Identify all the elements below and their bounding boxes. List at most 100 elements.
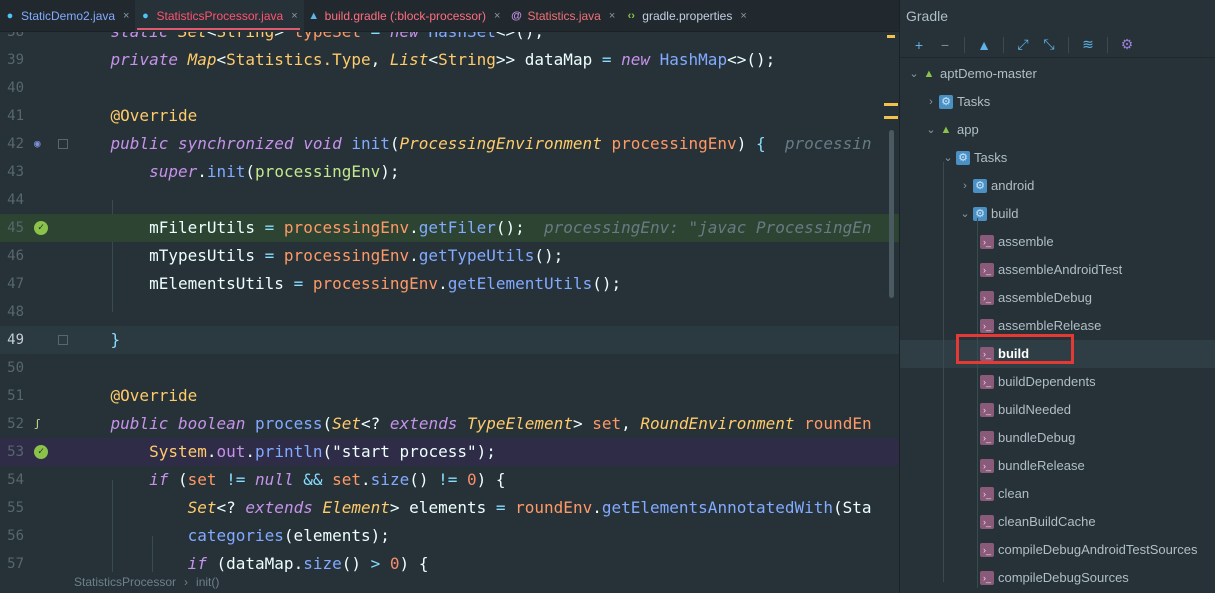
- override-icon[interactable]: ◉: [34, 137, 48, 151]
- gradle-tree-item[interactable]: ›_ assembleAndroidTest: [900, 256, 1215, 284]
- gradle-tree-label: aptDemo-master: [940, 66, 1037, 81]
- tasks-folder-icon: ⚙: [939, 95, 953, 109]
- tasks-folder-icon: ⚙: [973, 179, 987, 193]
- code-text: mTypesUtils = processingEnv.getTypeUtils…: [72, 242, 563, 270]
- gradle-tree-item[interactable]: ›_ buildDependents: [900, 368, 1215, 396]
- code-line[interactable]: 40: [0, 74, 899, 102]
- code-token: .: [592, 498, 602, 517]
- gradle-tree-item[interactable]: ›_ compileDebugAndroidTestSources: [900, 536, 1215, 564]
- code-line[interactable]: 39 private Map<Statistics.Type, List<Str…: [0, 46, 899, 74]
- code-line[interactable]: 51 @Override: [0, 382, 899, 410]
- gradle-tree-item[interactable]: ⌄ ⚙ Tasks: [900, 144, 1215, 172]
- code-line[interactable]: 38 static Set<String> typeSet = new Hash…: [0, 32, 899, 46]
- code-editor[interactable]: 38 static Set<String> typeSet = new Hash…: [0, 32, 899, 572]
- close-icon[interactable]: ×: [494, 10, 500, 22]
- code-line[interactable]: 46 mTypesUtils = processingEnv.getTypeUt…: [0, 242, 899, 270]
- tab-1[interactable]: ● StatisticsProcessor.java ×: [135, 0, 304, 32]
- expand-all-icon[interactable]: ⤢: [1012, 34, 1034, 56]
- code-line[interactable]: 43 super.init(processingEnv);: [0, 158, 899, 186]
- code-line[interactable]: 42 ◉ public synchronized void init(Proces…: [0, 130, 899, 158]
- warning-marker[interactable]: [884, 103, 898, 106]
- code-token: =: [601, 50, 622, 69]
- code-line[interactable]: 45 ✓ mFilerUtils = processingEnv.getFiler…: [0, 214, 899, 242]
- code-line[interactable]: 52 ʃ public boolean process(Set<? extends…: [0, 410, 899, 438]
- gradle-tree-item[interactable]: ⌄ ▲ aptDemo-master: [900, 60, 1215, 88]
- tab-2[interactable]: ▲ build.gradle (:block-processor) ×: [304, 0, 507, 32]
- gradle-tree-item[interactable]: ⌄ ⚙ build: [900, 200, 1215, 228]
- gradle-tree-item[interactable]: ›_ bundleRelease: [900, 452, 1215, 480]
- chevron-right-icon[interactable]: ›: [925, 88, 937, 116]
- gradle-tree-item[interactable]: ›_ buildNeeded: [900, 396, 1215, 424]
- code-line[interactable]: 55 Set<? extends Element> elements = rou…: [0, 494, 899, 522]
- code-token: roundEn: [804, 414, 872, 433]
- code-line[interactable]: 44: [0, 186, 899, 214]
- gradle-tree-item[interactable]: › ⚙ Tasks: [900, 88, 1215, 116]
- chevron-down-icon[interactable]: ⌄: [908, 60, 920, 88]
- implement-icon[interactable]: ʃ: [34, 417, 48, 431]
- check-icon[interactable]: ✓: [34, 221, 48, 235]
- code-token: <: [207, 32, 217, 41]
- gradle-icon: ▲: [308, 10, 320, 22]
- collapse-all-icon[interactable]: ⤡: [1038, 34, 1060, 56]
- elephant-icon[interactable]: ▲: [973, 34, 995, 56]
- code-line[interactable]: 48: [0, 298, 899, 326]
- code-line[interactable]: 50: [0, 354, 899, 382]
- code-line[interactable]: 41 @Override: [0, 102, 899, 130]
- code-line[interactable]: 47 mElementsUtils = processingEnv.getEle…: [0, 270, 899, 298]
- task-icon: ›_: [980, 543, 994, 557]
- gradle-tree-item[interactable]: ›_ assembleDebug: [900, 284, 1215, 312]
- check-icon[interactable]: ✓: [34, 445, 48, 459]
- code-token: set: [187, 470, 227, 489]
- code-token: println: [255, 442, 323, 461]
- fold-icon[interactable]: [58, 335, 68, 345]
- close-icon[interactable]: ×: [123, 10, 129, 22]
- chevron-down-icon[interactable]: ⌄: [959, 200, 971, 228]
- add-icon[interactable]: +: [908, 34, 930, 56]
- tab-4[interactable]: ‹› gradle.properties ×: [621, 0, 753, 32]
- gradle-tree-item[interactable]: ›_ bundleDebug: [900, 424, 1215, 452]
- gradle-tree-item[interactable]: ›_ clean: [900, 480, 1215, 508]
- warning-marker[interactable]: [884, 116, 898, 119]
- code-line[interactable]: 53 ✓ System.out.println("start process");: [0, 438, 899, 466]
- tab-3[interactable]: @ Statistics.java ×: [506, 0, 621, 32]
- code-token: > elements: [389, 498, 496, 517]
- code-token: processingEnv: "javac ProcessingEn: [524, 218, 872, 237]
- tab-label: StatisticsProcessor.java: [156, 9, 284, 23]
- breadcrumb-method[interactable]: init(): [196, 575, 219, 589]
- toolbar-separator: [964, 36, 965, 53]
- code-token: String: [438, 50, 496, 69]
- code-token: !=: [226, 470, 256, 489]
- settings-icon[interactable]: ⚙: [1116, 34, 1138, 56]
- line-number: 45: [7, 220, 24, 236]
- editor-scrollbar[interactable]: [889, 130, 894, 298]
- close-icon[interactable]: ×: [609, 10, 615, 22]
- breadcrumb-class[interactable]: StatisticsProcessor: [74, 575, 176, 589]
- code-text: mFilerUtils = processingEnv.getFiler(); …: [72, 214, 872, 242]
- remove-icon[interactable]: −: [934, 34, 956, 56]
- code-line[interactable]: 49 }: [0, 326, 899, 354]
- code-token: if: [187, 554, 217, 572]
- code-line[interactable]: 57 if (dataMap.size() > 0) {: [0, 550, 899, 572]
- gradle-tree-item[interactable]: ›_ cleanBuildCache: [900, 508, 1215, 536]
- chevron-right-icon[interactable]: ›: [959, 172, 971, 200]
- close-icon[interactable]: ×: [740, 10, 746, 22]
- close-icon[interactable]: ×: [291, 10, 297, 22]
- gradle-tree-item[interactable]: ›_ compileDebugSources: [900, 564, 1215, 592]
- warning-marker[interactable]: [887, 35, 895, 38]
- code-token: =: [361, 32, 390, 41]
- code-line[interactable]: 54 if (set != null && set.size() != 0) {: [0, 466, 899, 494]
- tab-0[interactable]: ● StaticDemo2.java ×: [0, 0, 135, 32]
- code-token: super: [149, 162, 198, 181]
- gradle-tree-item[interactable]: › ⚙ android: [900, 172, 1215, 200]
- gradle-tree-item[interactable]: ⌄ ▲ app: [900, 116, 1215, 144]
- chevron-down-icon[interactable]: ⌄: [925, 116, 937, 144]
- toolbar-separator: [1003, 36, 1004, 53]
- gradle-tree-item[interactable]: ›_ assemble: [900, 228, 1215, 256]
- offline-icon[interactable]: ≋: [1077, 34, 1099, 56]
- code-line[interactable]: 56 categories(elements);: [0, 522, 899, 550]
- fold-icon[interactable]: [58, 139, 68, 149]
